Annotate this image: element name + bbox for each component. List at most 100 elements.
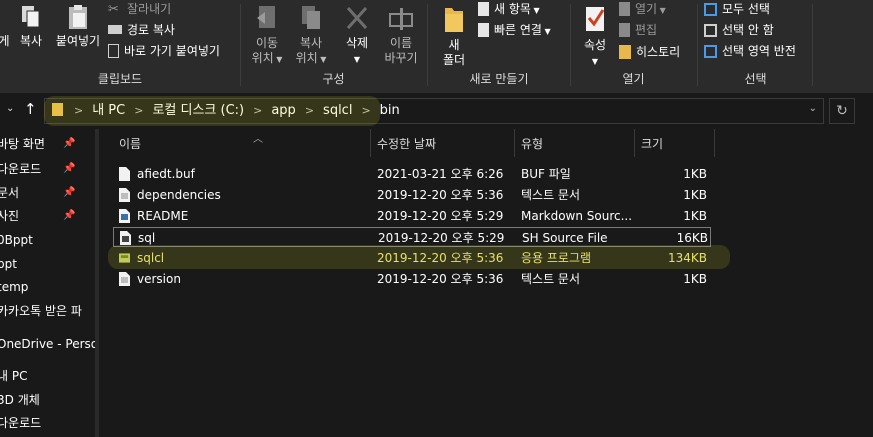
copy-path-icon: [108, 25, 122, 34]
edit-button[interactable]: 편집: [619, 21, 657, 39]
copy-path-label: 경로 복사: [127, 23, 175, 37]
delete-label: 삭제: [345, 36, 369, 50]
column-date-header[interactable]: 수정한 날짜: [371, 129, 515, 157]
sidebar-item-label: temp: [0, 280, 29, 294]
delete-x-icon: [346, 6, 368, 30]
file-row-sql[interactable]: sql 2019-12-20 오후 5:29 SH Source File 16…: [113, 227, 711, 247]
sidebar-item-0bppt[interactable]: 0Bppt: [0, 229, 95, 251]
delete-button[interactable]: 삭제 ▼: [337, 4, 377, 67]
copy-to-dropdown-icon: ▼: [317, 55, 327, 64]
move-to-button[interactable]: 이동 위치 ▼: [247, 4, 287, 67]
file-name: dependencies: [137, 188, 221, 202]
column-date-label: 수정한 날짜: [377, 137, 437, 151]
pin-icon: [0, 4, 13, 30]
file-type: 텍스트 문서: [521, 188, 581, 202]
file-type: BUF 파일: [521, 167, 571, 181]
properties-button[interactable]: 속성 ▼: [577, 4, 613, 69]
select-all-button[interactable]: 모두 선택: [704, 0, 770, 18]
file-row-version[interactable]: version 2019-12-20 오후 5:36 텍스트 문서 1KB: [113, 269, 711, 289]
file-type: Markdown Sourc...: [521, 209, 633, 223]
sidebar-item-label: 다운로드: [0, 162, 42, 176]
address-dropdown-icon[interactable]: ⌄: [809, 103, 817, 114]
sidebar-item-label: 다운로드: [0, 416, 42, 430]
breadcrumb-bin[interactable]: bin: [380, 103, 400, 118]
new-item-button[interactable]: 새 항목 ▼: [478, 0, 540, 18]
paste-button[interactable]: 붙여넣기: [52, 4, 104, 49]
file-size: 1KB: [683, 272, 707, 286]
pin-quick-access-button[interactable]: 게: [0, 4, 14, 49]
copy-to-button[interactable]: 복사 위치 ▼: [291, 4, 331, 67]
open-group-label: 열기: [622, 72, 645, 86]
cut-button[interactable]: ✂ 잘라내기: [108, 0, 171, 18]
open-group: 속성 ▼ 열기 ▼ 편집 히스토리 열기: [571, 0, 696, 93]
recent-locations-chevron-icon[interactable]: ⌄: [6, 103, 14, 114]
sidebar-item-downloads-pc[interactable]: 다운로드: [0, 412, 95, 434]
refresh-button[interactable]: ↻: [829, 98, 855, 124]
paste-shortcut-button[interactable]: 바로 가기 붙여넣기: [108, 42, 220, 60]
column-type-header[interactable]: 유형: [515, 129, 635, 157]
text-file-icon: [119, 272, 130, 286]
new-folder-label-2: 폴더: [442, 53, 466, 67]
sidebar-item-downloads[interactable]: 다운로드 📌: [0, 158, 95, 180]
invert-selection-button[interactable]: 선택 영역 반전: [704, 42, 796, 60]
easy-access-label: 빠른 연결: [494, 23, 542, 37]
sidebar-item-kakaotalk[interactable]: 카카오톡 받은 파: [0, 300, 95, 322]
sidebar-item-this-pc[interactable]: 내 PC: [0, 365, 95, 387]
copy-label: 복사: [19, 34, 43, 48]
rename-button[interactable]: 이름 바꾸기: [379, 4, 423, 66]
refresh-icon: ↻: [836, 103, 848, 119]
select-all-icon: [704, 3, 717, 16]
sort-up-icon: ︿: [253, 134, 263, 145]
sidebar-item-desktop[interactable]: 바탕 화면 📌: [0, 133, 95, 155]
organize-group: 이동 위치 ▼ 복사 위치 ▼ 삭제 ▼ 이름 바꾸기 구성: [241, 0, 426, 93]
file-name: afiedt.buf: [137, 167, 195, 181]
history-button[interactable]: 히스토리: [619, 43, 680, 61]
edit-icon: [619, 23, 630, 37]
delete-dropdown-icon: ▼: [353, 55, 361, 64]
file-row-afiedt[interactable]: afiedt.buf 2021-03-21 오후 6:26 BUF 파일 1KB: [113, 164, 711, 184]
file-size: 1KB: [683, 188, 707, 202]
sidebar-item-onedrive[interactable]: OneDrive - Person: [0, 333, 95, 355]
paste-label: 붙여넣기: [55, 34, 101, 48]
paste-shortcut-label: 바로 가기 붙여넣기: [124, 44, 220, 58]
new-item-label: 새 항목: [494, 2, 531, 16]
column-size-label: 크기: [641, 137, 664, 151]
copy-path-button[interactable]: 경로 복사: [108, 21, 175, 39]
sidebar-item-label: ppt: [0, 257, 17, 271]
sidebar-item-3d-objects[interactable]: 3D 개체: [0, 389, 95, 411]
up-arrow-icon[interactable]: ↑: [24, 100, 37, 118]
copy-to-icon: [302, 6, 320, 29]
file-list: 이름 ︿ 수정한 날짜 유형 크기 afiedt.buf 2021-03-21 …: [99, 129, 873, 437]
sidebar-item-label: OneDrive - Person: [0, 337, 95, 351]
new-folder-button[interactable]: 새 폴더: [436, 4, 472, 68]
move-to-label-2: 위치: [251, 51, 274, 65]
ribbon: 게 복사 붙여넣기 ✂ 잘라내기 경로 복사 바로 가기 붙여넣기 클립보드 이…: [0, 0, 873, 93]
column-name-label: 이름: [119, 137, 142, 151]
sidebar-item-documents[interactable]: 문서 📌: [0, 182, 95, 204]
file-row-readme[interactable]: README 2019-12-20 오후 5:29 Markdown Sourc…: [113, 206, 711, 226]
file-type: 텍스트 문서: [521, 272, 581, 286]
open-label: 열기: [635, 2, 658, 16]
select-group: 모두 선택 선택 안 함 선택 영역 반전 선택: [698, 0, 813, 93]
pin-icon: 📌: [63, 210, 76, 221]
text-file-icon: [119, 188, 130, 202]
sidebar-item-label: 사진: [0, 209, 20, 223]
sidebar-item-ppt[interactable]: ppt: [0, 253, 95, 275]
open-button[interactable]: 열기 ▼: [619, 0, 666, 18]
file-date: 2019-12-20 오후 5:29: [377, 209, 504, 223]
select-none-button[interactable]: 선택 안 함: [704, 21, 774, 39]
file-name: version: [137, 272, 181, 286]
easy-access-button[interactable]: 빠른 연결 ▼: [478, 21, 551, 39]
file-row-dependencies[interactable]: dependencies 2019-12-20 오후 5:36 텍스트 문서 1…: [113, 185, 711, 205]
sidebar-item-temp[interactable]: temp: [0, 276, 95, 298]
sidebar-item-label: 문서: [0, 186, 20, 200]
sidebar-item-label: 카카오톡 받은 파: [0, 304, 82, 318]
navigation-pane: 바탕 화면 📌 다운로드 📌 문서 📌 사진 📌 0Bppt ppt temp 카카오톡…: [0, 129, 95, 437]
organize-group-label: 구성: [322, 72, 345, 86]
column-size-header[interactable]: 크기: [635, 129, 715, 157]
column-name-header[interactable]: 이름 ︿: [113, 129, 371, 157]
select-none-icon: [704, 24, 717, 37]
copy-button[interactable]: 복사: [14, 4, 48, 49]
cut-label: 잘라내기: [127, 2, 172, 16]
sidebar-item-pictures[interactable]: 사진 📌: [0, 205, 95, 227]
